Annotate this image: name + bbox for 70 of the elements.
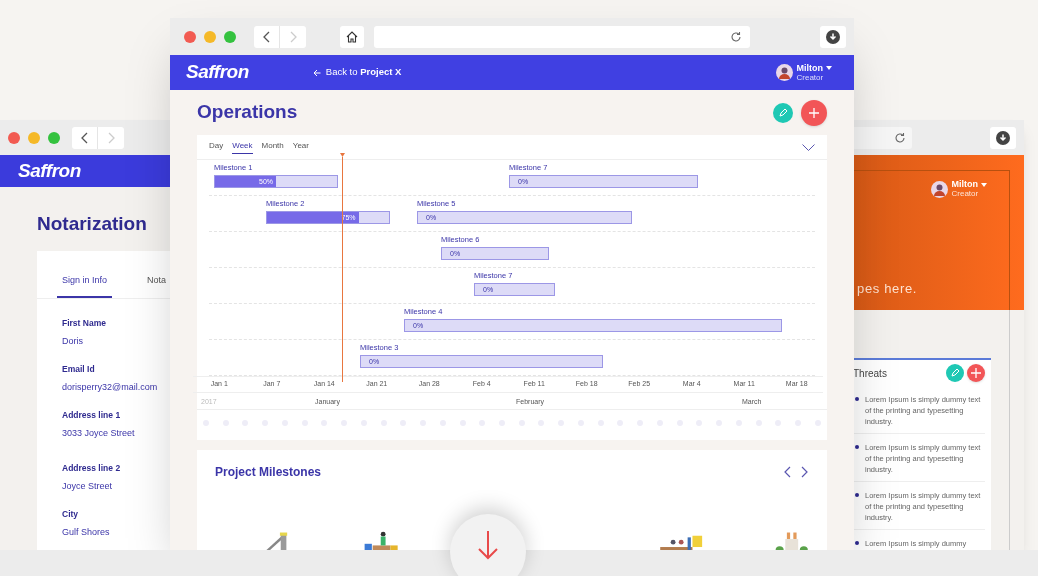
reload-icon[interactable] <box>730 30 742 43</box>
back-link[interactable]: Back to Project X <box>312 65 402 80</box>
user-role: Creator <box>796 73 825 82</box>
caret-icon[interactable] <box>826 66 832 70</box>
field-value: Doris <box>62 335 84 349</box>
arrow-down-icon <box>477 530 499 560</box>
banner-text: pes here. <box>857 279 919 298</box>
minimize-window-button[interactable] <box>28 131 40 144</box>
download-icon <box>826 29 840 44</box>
chevron-left-icon[interactable] <box>783 466 791 478</box>
chevron-right-icon <box>107 131 115 144</box>
form-tab[interactable]: Nota <box>142 274 172 298</box>
add-button[interactable] <box>801 99 827 126</box>
back-button[interactable] <box>254 25 280 48</box>
download-icon <box>996 130 1010 145</box>
form-tab[interactable]: Sign in Info <box>57 274 113 298</box>
scale-tab[interactable]: Day <box>209 140 224 154</box>
plus-icon <box>971 368 981 378</box>
field-value: 3033 Joyce Street <box>62 427 136 441</box>
bullet-icon <box>855 541 859 545</box>
field-label: First Name <box>62 316 107 330</box>
close-window-button[interactable] <box>184 30 196 43</box>
field-value: dorisperry32@mail.com <box>62 381 159 395</box>
field-value: Joyce Street <box>62 480 114 494</box>
maximize-window-button[interactable] <box>224 30 236 43</box>
bullet-icon <box>855 493 859 497</box>
home-icon <box>346 30 358 43</box>
user-name[interactable]: Milton <box>796 63 823 73</box>
arrow-left-icon <box>312 68 321 77</box>
avatar <box>775 64 793 81</box>
chevron-down-icon[interactable] <box>802 144 815 151</box>
chevron-right-icon[interactable] <box>801 466 809 478</box>
download-button[interactable] <box>820 25 846 48</box>
caret-icon[interactable] <box>981 182 987 187</box>
bullet-icon <box>855 397 859 401</box>
home-button[interactable] <box>340 25 364 48</box>
field-label: City <box>62 507 80 521</box>
chevron-left-icon <box>81 131 88 144</box>
avatar <box>930 180 948 198</box>
edit-button[interactable] <box>946 364 964 382</box>
bullet-icon <box>855 445 859 449</box>
plus-icon <box>809 107 819 118</box>
field-label: Email Id <box>62 362 96 376</box>
edit-button[interactable] <box>773 102 793 123</box>
reload-icon[interactable] <box>894 131 906 144</box>
pencil-icon <box>951 369 959 377</box>
close-window-button[interactable] <box>8 131 20 144</box>
pencil-icon <box>779 108 787 117</box>
page-title: Operations <box>197 100 298 125</box>
page-title: Notarization <box>37 212 148 236</box>
card-title: Threats <box>853 366 887 381</box>
field-label: Address line 2 <box>62 461 122 475</box>
back-button[interactable] <box>72 126 98 149</box>
chevron-left-icon <box>263 30 270 43</box>
user-role: Creator <box>951 190 980 198</box>
download-button[interactable] <box>990 126 1016 149</box>
scale-tab[interactable]: Month <box>261 140 284 154</box>
maximize-window-button[interactable] <box>48 131 60 144</box>
chevron-right-icon <box>289 30 297 43</box>
logo[interactable]: Saffron <box>186 58 249 87</box>
section-title: Project Milestones <box>215 464 322 481</box>
field-value: Gulf Shores <box>62 526 111 540</box>
triangle-icon <box>340 153 345 157</box>
forward-button[interactable] <box>280 25 306 48</box>
field-label: Address line 1 <box>62 408 122 422</box>
add-button[interactable] <box>967 364 985 382</box>
forward-button[interactable] <box>98 126 124 149</box>
minimize-window-button[interactable] <box>204 30 216 43</box>
scale-tab[interactable]: Year <box>292 140 309 154</box>
scale-tab[interactable]: Week <box>232 140 253 154</box>
